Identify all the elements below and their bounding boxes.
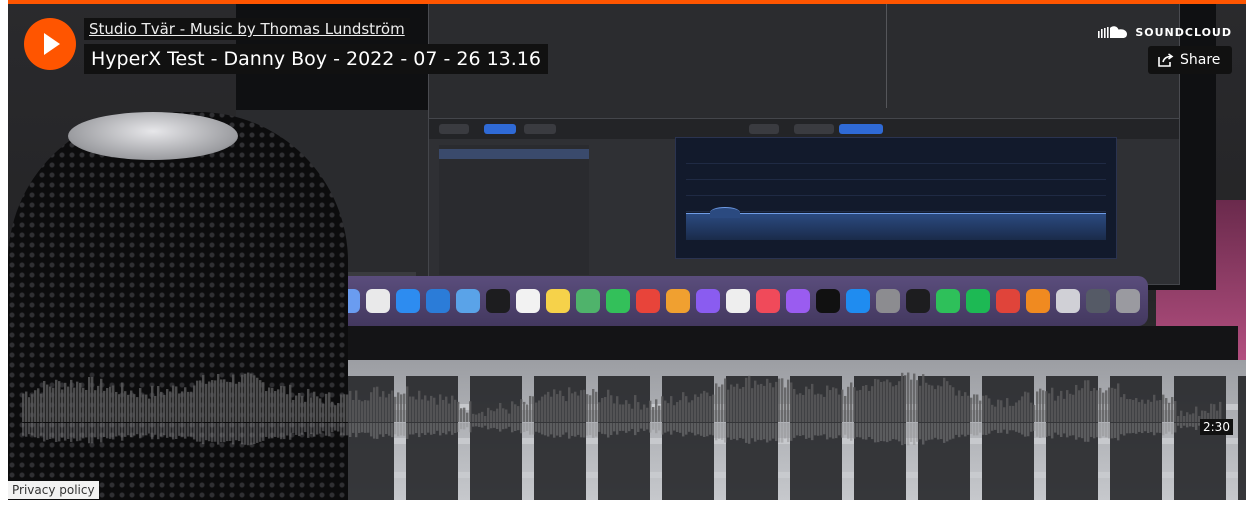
- artist-link[interactable]: Studio Tvär - Music by Thomas Lundström: [84, 18, 410, 40]
- privacy-policy-link[interactable]: Privacy policy: [8, 481, 99, 499]
- accent-bar: [8, 0, 1246, 4]
- track-duration: 2:30: [1200, 419, 1233, 435]
- share-icon: [1158, 53, 1174, 67]
- play-button[interactable]: [24, 18, 76, 70]
- soundcloud-wordmark: SOUNDCLOUD: [1135, 25, 1232, 39]
- play-icon: [44, 33, 60, 55]
- soundcloud-player: Studio Tvär - Music by Thomas Lundström …: [8, 0, 1246, 500]
- share-label: Share: [1180, 52, 1221, 68]
- track-title[interactable]: HyperX Test - Danny Boy - 2022 - 07 - 26…: [84, 44, 548, 74]
- soundcloud-logo[interactable]: SOUNDCLOUD: [1098, 22, 1232, 42]
- waveform[interactable]: [22, 360, 1222, 458]
- share-button[interactable]: Share: [1148, 46, 1232, 74]
- soundcloud-logo-icon: [1098, 26, 1128, 38]
